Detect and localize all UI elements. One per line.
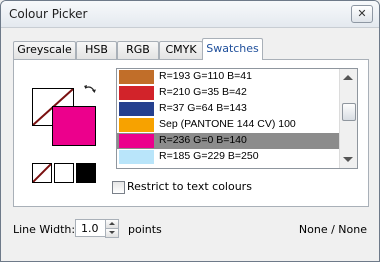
line-width-input[interactable]: 1.0 xyxy=(75,219,107,237)
scroll-down-icon[interactable] xyxy=(343,157,353,162)
swatch-label: R=185 G=229 B=250 xyxy=(159,150,259,162)
swatch-label: R=193 G=110 B=41 xyxy=(159,70,252,82)
list-item[interactable]: R=210 G=35 B=42 xyxy=(117,85,339,101)
tab-swatches[interactable]: Swatches xyxy=(202,38,263,60)
list-item[interactable]: Sep (PANTONE 144 CV) 100 xyxy=(117,117,339,133)
vertical-scrollbar[interactable] xyxy=(339,69,357,168)
none-swatch-button[interactable] xyxy=(32,163,52,183)
list-item-selected[interactable]: R=236 G=0 B=140 xyxy=(117,133,339,149)
swatch-label: Sep (PANTONE 144 CV) 100 xyxy=(159,118,296,130)
swatch-chip xyxy=(119,134,154,148)
tab-rgb[interactable]: RGB xyxy=(117,41,159,59)
black-swatch-button[interactable] xyxy=(76,163,96,183)
title-bar[interactable]: Colour Picker ✕ xyxy=(1,1,379,28)
tab-cmyk[interactable]: CMYK xyxy=(159,41,203,59)
colour-status: None / None xyxy=(298,223,367,236)
close-icon: ✕ xyxy=(357,7,367,20)
swatch-label: R=37 G=64 B=143 xyxy=(159,102,247,114)
swap-colours-icon[interactable] xyxy=(83,84,97,98)
decrement-button[interactable] xyxy=(105,228,119,238)
restrict-text-colours-label: Restrict to text colours xyxy=(127,180,252,193)
list-item[interactable]: R=193 G=110 B=41 xyxy=(117,69,339,85)
tab-greyscale[interactable]: Greyscale xyxy=(13,41,76,59)
swatch-chip xyxy=(119,150,154,164)
swatch-chip xyxy=(119,86,154,100)
line-width-label: Line Width: xyxy=(13,223,76,236)
list-item[interactable]: R=37 G=64 B=143 xyxy=(117,101,339,117)
list-item[interactable]: R=185 G=229 B=250 xyxy=(117,149,339,165)
swatch-chip xyxy=(119,102,154,116)
scroll-thumb[interactable] xyxy=(342,103,356,121)
swatch-chip xyxy=(119,70,154,84)
swatch-chip xyxy=(119,118,154,132)
swatch-label: R=236 G=0 B=140 xyxy=(159,134,247,146)
scroll-up-icon[interactable] xyxy=(343,75,353,80)
close-button[interactable]: ✕ xyxy=(351,5,373,23)
swatch-label: R=210 G=35 B=42 xyxy=(159,86,247,98)
swatches-panel: R=193 G=110 B=41 R=210 G=35 B=42 R=37 G=… xyxy=(13,59,369,207)
white-swatch-button[interactable] xyxy=(54,163,74,183)
swatch-list[interactable]: R=193 G=110 B=41 R=210 G=35 B=42 R=37 G=… xyxy=(116,68,358,169)
line-width-stepper xyxy=(105,219,119,238)
restrict-text-colours-checkbox[interactable] xyxy=(112,181,125,194)
colour-picker-window: Colour Picker ✕ Greyscale HSB RGB CMYK S… xyxy=(0,0,380,262)
line-width-unit: points xyxy=(128,223,162,236)
fill-colour-box[interactable] xyxy=(52,106,96,146)
window-title: Colour Picker xyxy=(9,7,88,21)
tab-hsb[interactable]: HSB xyxy=(76,41,117,59)
none-slash-icon xyxy=(33,164,51,182)
